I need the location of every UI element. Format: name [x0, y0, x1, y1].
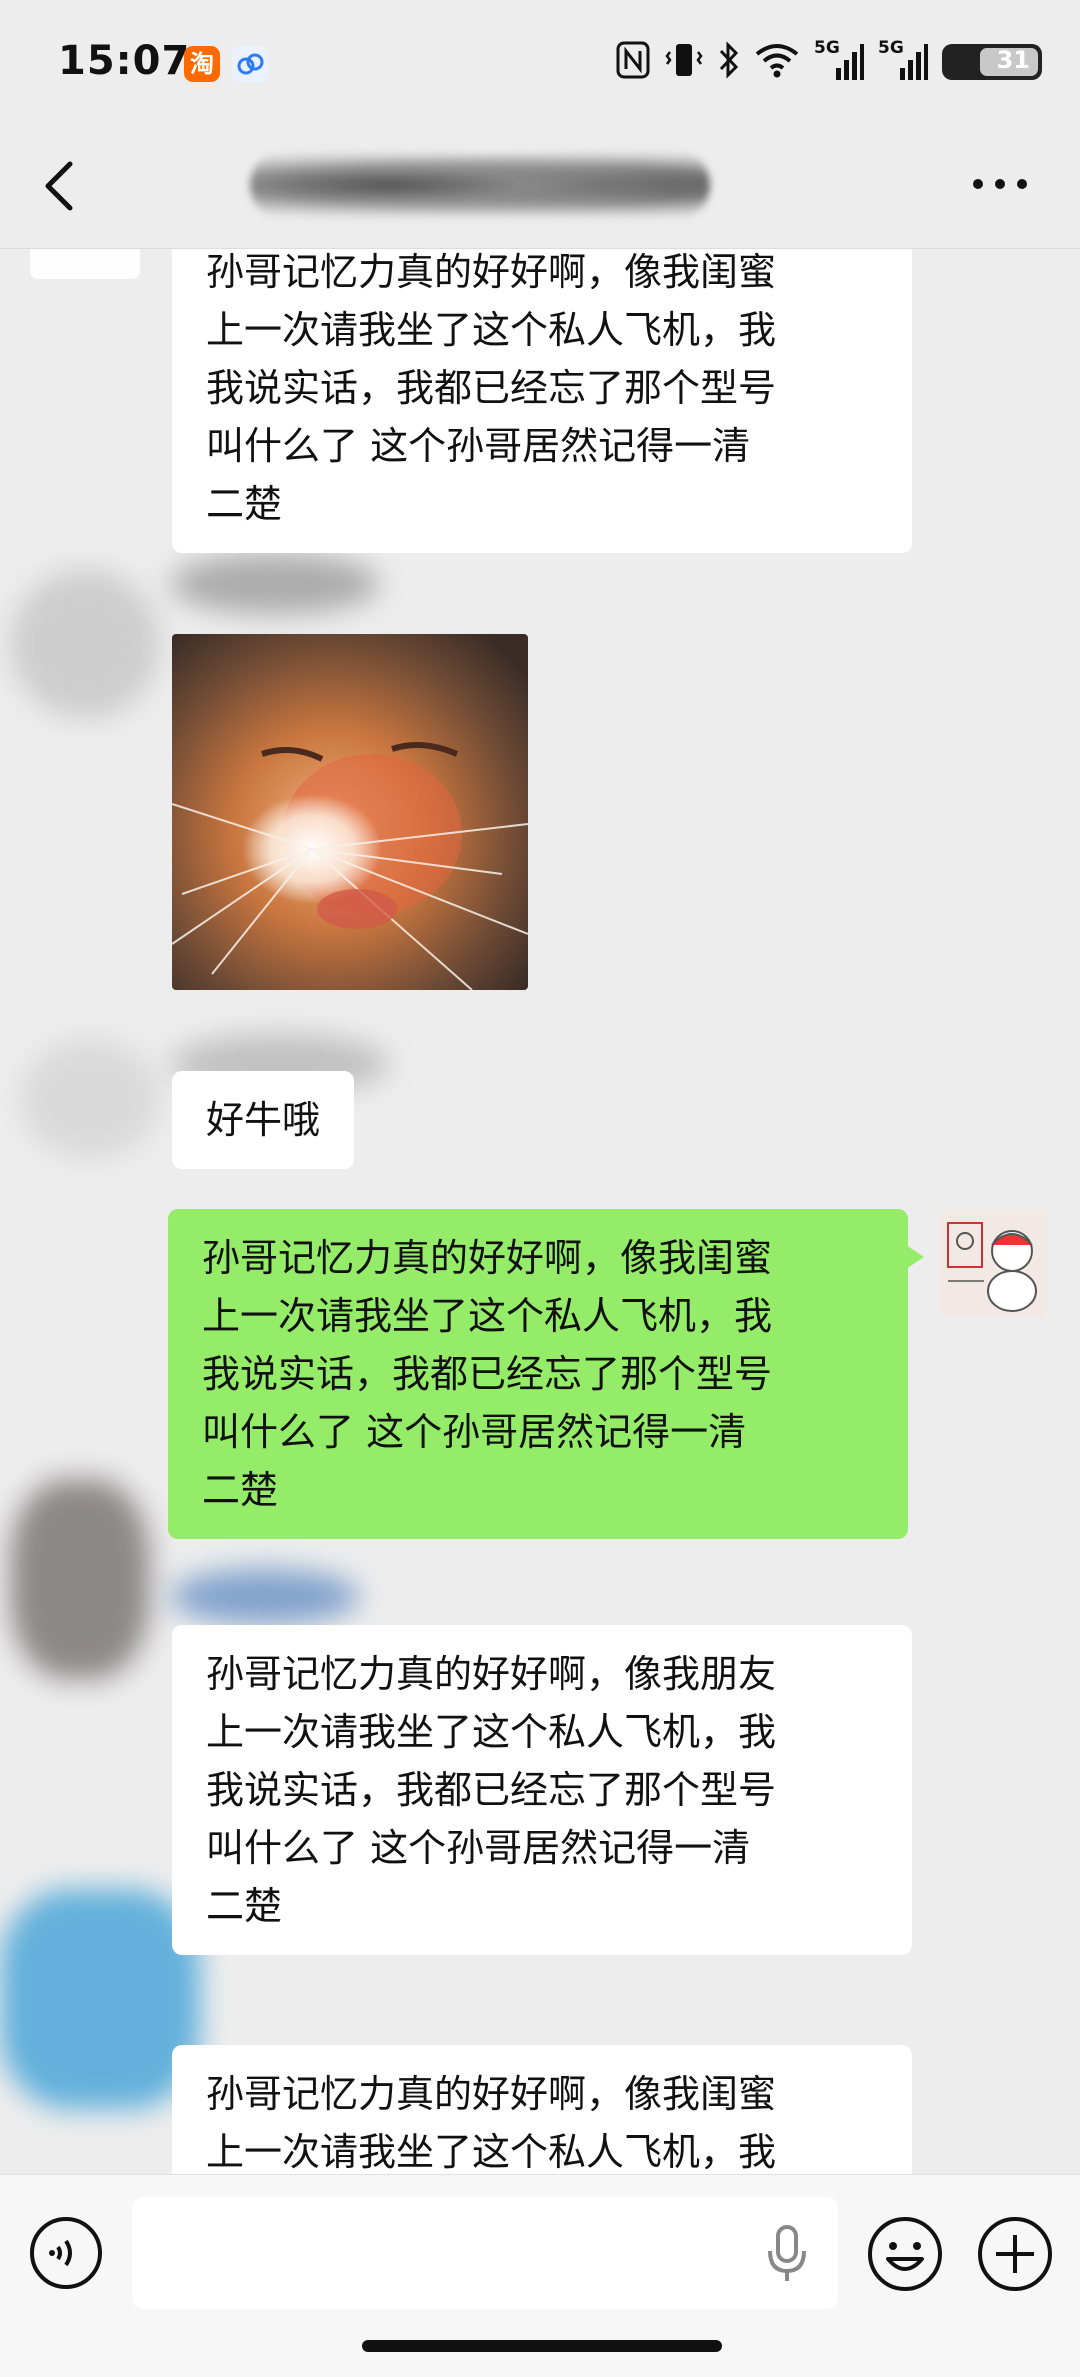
signal-5g-icon-1: 5G: [814, 38, 864, 82]
message-image-cat-meme[interactable]: [172, 634, 528, 990]
battery-level: 31: [996, 46, 1030, 74]
nfc-icon: [616, 41, 650, 83]
signal-5g-label-1: 5G: [814, 38, 840, 58]
redacted-name: [170, 554, 380, 614]
message-text-line: 我说实话，我都已经忘了那个型号: [206, 366, 777, 410]
message-bubble-received[interactable]: 孙哥记忆力真的好好啊，像我闺蜜 上一次请我坐了这个私人飞机，我 我说实话，我都已…: [172, 249, 912, 553]
cloud-app-icon: [232, 46, 268, 82]
message-text-line: 上一次请我坐了这个私人飞机，我: [206, 2130, 777, 2174]
message-bubble-received[interactable]: 孙哥记忆力真的好好啊，像我闺蜜 上一次请我坐了这个私人飞机，我: [172, 2045, 912, 2174]
message-text-line: 上一次请我坐了这个私人飞机，我: [202, 1294, 773, 1338]
signal-5g-label-2: 5G: [878, 38, 904, 58]
message-text-line: 二楚: [202, 1468, 279, 1512]
message-text-line: 孙哥记忆力真的好好啊，像我朋友: [206, 1652, 777, 1696]
taobao-app-icon: 淘: [184, 46, 220, 82]
battery-icon: 31: [942, 44, 1042, 80]
message-text-line: 上一次请我坐了这个私人飞机，我: [206, 1710, 777, 1754]
message-text-line: 上一次请我坐了这个私人飞机，我: [206, 308, 777, 352]
signal-5g-icon-2: 5G: [878, 38, 928, 82]
message-input[interactable]: [132, 2197, 838, 2309]
microphone-icon[interactable]: [762, 2223, 812, 2285]
emoji-icon[interactable]: [866, 2215, 944, 2293]
more-horizontal-icon[interactable]: [970, 176, 1030, 192]
plus-icon[interactable]: [976, 2215, 1054, 2293]
redacted-avatar: [20, 1039, 160, 1159]
redacted-avatar: [0, 1889, 200, 2109]
vibrate-icon: [664, 42, 704, 82]
bluetooth-icon: [718, 41, 740, 83]
message-text-line: 孙哥记忆力真的好好啊，像我闺蜜: [206, 2072, 777, 2116]
message-text-line: 孙哥记忆力真的好好啊，像我闺蜜: [206, 250, 777, 294]
message-text-line: 叫什么了 这个孙哥居然记得一清: [206, 1826, 751, 1870]
redacted-avatar: [10, 569, 160, 719]
voice-icon[interactable]: [28, 2215, 104, 2291]
message-text-line: 我说实话，我都已经忘了那个型号: [206, 1768, 777, 1812]
home-indicator[interactable]: [362, 2340, 722, 2352]
redacted-avatar: [30, 249, 140, 279]
avatar-self[interactable]: [940, 1209, 1048, 1317]
message-list[interactable]: 孙哥记忆力真的好好啊，像我闺蜜 上一次请我坐了这个私人飞机，我 我说实话，我都已…: [0, 249, 1080, 2174]
chat-header: [0, 120, 1080, 249]
message-text-line: 孙哥记忆力真的好好啊，像我闺蜜: [202, 1236, 773, 1280]
message-text-line: 叫什么了 这个孙哥居然记得一清: [202, 1410, 747, 1454]
redacted-name: [170, 1569, 360, 1624]
status-icons: 5G 5G 31: [616, 38, 1042, 84]
message-bubble-sent[interactable]: 孙哥记忆力真的好好啊，像我闺蜜 上一次请我坐了这个私人飞机，我 我说实话，我都已…: [168, 1209, 924, 1539]
message-text-line: 二楚: [206, 1884, 283, 1928]
message-text-line: 二楚: [206, 482, 283, 526]
wifi-icon: [754, 42, 800, 82]
message-bubble-received[interactable]: 孙哥记忆力真的好好啊，像我朋友 上一次请我坐了这个私人飞机，我 我说实话，我都已…: [172, 1625, 912, 1955]
chevron-left-icon[interactable]: [40, 156, 80, 216]
redacted-avatar: [10, 1479, 150, 1679]
status-bar: 15:07 淘 5G 5G 31: [0, 0, 1080, 120]
message-text-line: 好牛哦: [206, 1098, 321, 1142]
message-bubble-received[interactable]: 好牛哦: [172, 1071, 355, 1169]
status-time: 15:07: [58, 38, 191, 84]
chat-title-redacted: [250, 150, 710, 220]
message-text-line: 叫什么了 这个孙哥居然记得一清: [206, 424, 751, 468]
message-text-line: 我说实话，我都已经忘了那个型号: [202, 1352, 773, 1396]
